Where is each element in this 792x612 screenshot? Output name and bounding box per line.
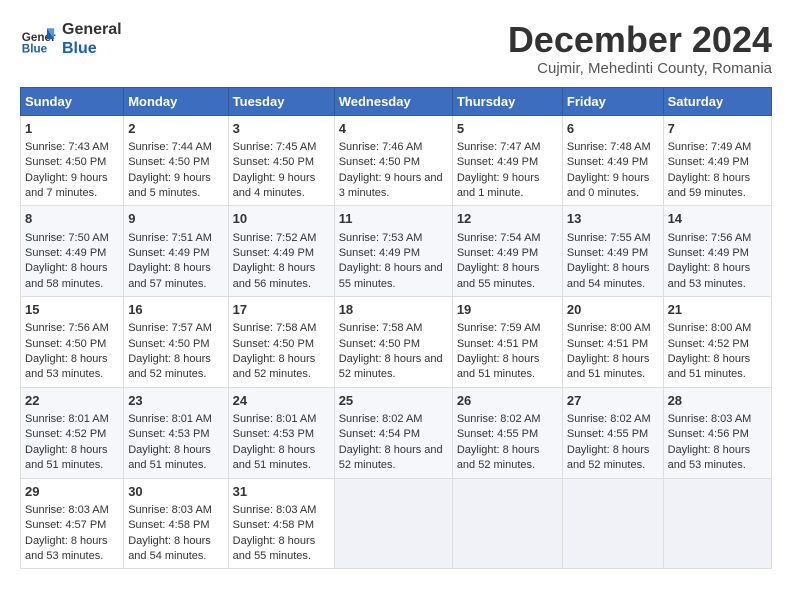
table-row: 27 Sunrise: 8:02 AM Sunset: 4:55 PM Dayl…	[562, 387, 663, 478]
table-row: 17 Sunrise: 7:58 AM Sunset: 4:50 PM Dayl…	[228, 297, 334, 388]
table-row: 19 Sunrise: 7:59 AM Sunset: 4:51 PM Dayl…	[452, 297, 562, 388]
calendar-subtitle: Cujmir, Mehedinti County, Romania	[508, 60, 772, 77]
table-row: 10 Sunrise: 7:52 AM Sunset: 4:49 PM Dayl…	[228, 206, 334, 297]
calendar-title: December 2024	[508, 20, 772, 60]
calendar-header: Sunday Monday Tuesday Wednesday Thursday…	[21, 87, 772, 115]
table-row: 6 Sunrise: 7:48 AM Sunset: 4:49 PM Dayli…	[562, 115, 663, 206]
table-row: 9 Sunrise: 7:51 AM Sunset: 4:49 PM Dayli…	[124, 206, 228, 297]
table-row: 25 Sunrise: 8:02 AM Sunset: 4:54 PM Dayl…	[334, 387, 452, 478]
table-row: 23 Sunrise: 8:01 AM Sunset: 4:53 PM Dayl…	[124, 387, 228, 478]
col-tuesday: Tuesday	[228, 87, 334, 115]
table-row	[562, 478, 663, 569]
logo-icon: General Blue	[20, 21, 56, 57]
col-saturday: Saturday	[663, 87, 771, 115]
table-row: 11 Sunrise: 7:53 AM Sunset: 4:49 PM Dayl…	[334, 206, 452, 297]
table-row: 12 Sunrise: 7:54 AM Sunset: 4:49 PM Dayl…	[452, 206, 562, 297]
title-section: December 2024 Cujmir, Mehedinti County, …	[508, 20, 772, 77]
svg-text:Blue: Blue	[22, 43, 48, 56]
col-thursday: Thursday	[452, 87, 562, 115]
table-row: 31 Sunrise: 8:03 AM Sunset: 4:58 PM Dayl…	[228, 478, 334, 569]
table-row	[452, 478, 562, 569]
calendar-table: Sunday Monday Tuesday Wednesday Thursday…	[20, 87, 772, 570]
col-friday: Friday	[562, 87, 663, 115]
page-header: General Blue General Blue December 2024 …	[20, 20, 772, 77]
table-row	[334, 478, 452, 569]
logo: General Blue General Blue	[20, 20, 122, 58]
table-row: 29 Sunrise: 8:03 AM Sunset: 4:57 PM Dayl…	[21, 478, 124, 569]
col-wednesday: Wednesday	[334, 87, 452, 115]
table-row: 1 Sunrise: 7:43 AM Sunset: 4:50 PM Dayli…	[21, 115, 124, 206]
table-row: 14 Sunrise: 7:56 AM Sunset: 4:49 PM Dayl…	[663, 206, 771, 297]
table-row: 22 Sunrise: 8:01 AM Sunset: 4:52 PM Dayl…	[21, 387, 124, 478]
table-row: 3 Sunrise: 7:45 AM Sunset: 4:50 PM Dayli…	[228, 115, 334, 206]
table-row: 30 Sunrise: 8:03 AM Sunset: 4:58 PM Dayl…	[124, 478, 228, 569]
table-row: 8 Sunrise: 7:50 AM Sunset: 4:49 PM Dayli…	[21, 206, 124, 297]
table-row: 2 Sunrise: 7:44 AM Sunset: 4:50 PM Dayli…	[124, 115, 228, 206]
table-row: 21 Sunrise: 8:00 AM Sunset: 4:52 PM Dayl…	[663, 297, 771, 388]
logo-text: General Blue	[62, 20, 122, 58]
table-row: 24 Sunrise: 8:01 AM Sunset: 4:53 PM Dayl…	[228, 387, 334, 478]
col-monday: Monday	[124, 87, 228, 115]
table-row: 4 Sunrise: 7:46 AM Sunset: 4:50 PM Dayli…	[334, 115, 452, 206]
table-row: 13 Sunrise: 7:55 AM Sunset: 4:49 PM Dayl…	[562, 206, 663, 297]
table-row: 16 Sunrise: 7:57 AM Sunset: 4:50 PM Dayl…	[124, 297, 228, 388]
table-row: 28 Sunrise: 8:03 AM Sunset: 4:56 PM Dayl…	[663, 387, 771, 478]
table-row	[663, 478, 771, 569]
table-row: 18 Sunrise: 7:58 AM Sunset: 4:50 PM Dayl…	[334, 297, 452, 388]
col-sunday: Sunday	[21, 87, 124, 115]
table-row: 7 Sunrise: 7:49 AM Sunset: 4:49 PM Dayli…	[663, 115, 771, 206]
table-row: 20 Sunrise: 8:00 AM Sunset: 4:51 PM Dayl…	[562, 297, 663, 388]
table-row: 5 Sunrise: 7:47 AM Sunset: 4:49 PM Dayli…	[452, 115, 562, 206]
table-row: 26 Sunrise: 8:02 AM Sunset: 4:55 PM Dayl…	[452, 387, 562, 478]
calendar-body: 1 Sunrise: 7:43 AM Sunset: 4:50 PM Dayli…	[21, 115, 772, 569]
table-row: 15 Sunrise: 7:56 AM Sunset: 4:50 PM Dayl…	[21, 297, 124, 388]
